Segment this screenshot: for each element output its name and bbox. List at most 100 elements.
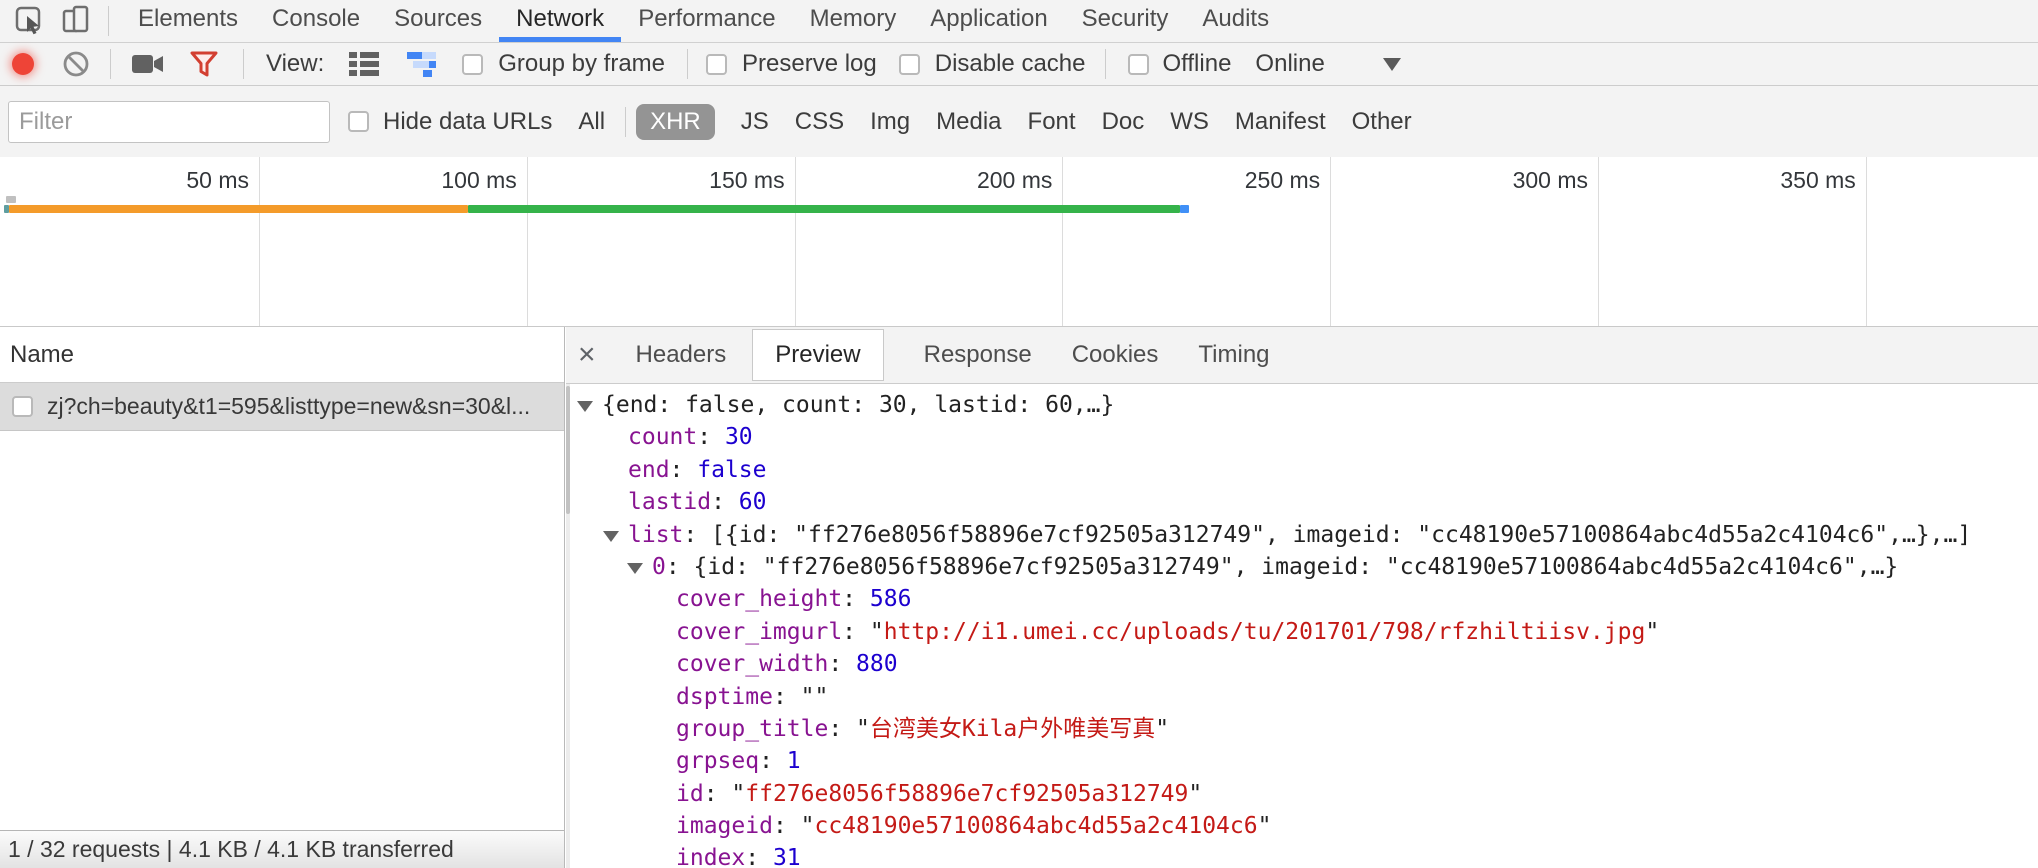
json-key: id [676, 781, 704, 807]
detail-tab-preview[interactable]: Preview [752, 329, 883, 381]
request-name: zj?ch=beauty&t1=595&listtype=new&sn=30&l… [47, 393, 530, 420]
type-filter-doc[interactable]: Doc [1102, 108, 1145, 136]
main-tab-security[interactable]: Security [1065, 0, 1186, 42]
json-key: cover_width [676, 651, 828, 677]
detail-tab-headers[interactable]: Headers [636, 341, 727, 369]
ruler-gridline [259, 157, 260, 326]
json-text: : [711, 489, 739, 515]
name-column-header[interactable]: Name [0, 327, 564, 383]
disable-cache-checkbox[interactable] [899, 54, 920, 75]
throttling-select[interactable]: Online [1255, 50, 1324, 78]
device-toolbar-icon[interactable] [60, 5, 92, 37]
type-filter-ws[interactable]: WS [1170, 108, 1209, 136]
clear-icon[interactable] [62, 50, 90, 78]
main-tab-performance[interactable]: Performance [621, 0, 792, 42]
main-tab-network[interactable]: Network [499, 0, 621, 42]
offline-checkbox[interactable] [1128, 54, 1149, 75]
screenshot-camera-icon[interactable] [131, 51, 165, 77]
detail-tab-cookies[interactable]: Cookies [1072, 341, 1159, 369]
toolbar-divider [625, 107, 626, 137]
json-text: " [1645, 619, 1659, 645]
main-tab-application[interactable]: Application [913, 0, 1064, 42]
json-key: count [628, 424, 697, 450]
toolbar-divider [687, 49, 688, 79]
filter-funnel-icon[interactable] [189, 50, 219, 78]
type-filter-css[interactable]: CSS [795, 108, 844, 136]
toolbar-divider [243, 49, 244, 79]
type-filter-media[interactable]: Media [936, 108, 1001, 136]
type-filter-xhr[interactable]: XHR [636, 104, 715, 140]
ruler-gridline [795, 157, 796, 326]
json-number: 31 [773, 845, 801, 868]
type-filter-js[interactable]: JS [741, 108, 769, 136]
request-checkbox[interactable] [12, 396, 33, 417]
scrollbar-track[interactable] [566, 384, 570, 868]
json-key: cover_imgurl [676, 619, 842, 645]
disable-cache-label: Disable cache [935, 50, 1086, 78]
json-number: 1 [787, 748, 801, 774]
detail-tab-response[interactable]: Response [924, 341, 1032, 369]
json-key: 0 [652, 554, 666, 580]
close-icon[interactable]: × [578, 340, 596, 370]
request-row[interactable]: zj?ch=beauty&t1=595&listtype=new&sn=30&l… [0, 383, 564, 431]
json-string: 台湾美女Kila户外唯美写真 [870, 716, 1155, 742]
ruler-gridline [1062, 157, 1063, 326]
toolbar-divider [1105, 49, 1106, 79]
main-tab-console[interactable]: Console [255, 0, 377, 42]
main-tab-elements[interactable]: Elements [121, 0, 255, 42]
json-key: dsptime [676, 684, 773, 710]
main-tab-audits[interactable]: Audits [1185, 0, 1286, 42]
overview-activity-bar [468, 205, 1180, 213]
preview-tree-line: index: 31 [566, 842, 2038, 868]
large-rows-icon[interactable] [348, 51, 380, 77]
preview-tree-line: count: 30 [566, 421, 2038, 453]
ruler-tick-label: 250 ms [1170, 167, 1320, 194]
record-icon[interactable] [12, 53, 34, 75]
preview-tree-line: {end: false, count: 30, lastid: 60,…} [566, 389, 2038, 421]
type-filter-img[interactable]: Img [870, 108, 910, 136]
group-by-frame-label: Group by frame [498, 50, 665, 78]
json-text: : [697, 424, 725, 450]
json-key: group_title [676, 716, 828, 742]
ruler-gridline [1866, 157, 1867, 326]
offline-label: Offline [1162, 50, 1231, 78]
disclosure-triangle-icon[interactable] [577, 401, 593, 412]
detail-tab-timing[interactable]: Timing [1198, 341, 1269, 369]
json-string: ff276e8056f58896e7cf92505a312749 [745, 781, 1188, 807]
json-string: http://i1.umei.cc/uploads/tu/201701/798/… [884, 619, 1646, 645]
toolbar-divider [108, 6, 109, 36]
main-tab-sources[interactable]: Sources [377, 0, 499, 42]
type-filter-other[interactable]: Other [1352, 108, 1412, 136]
chevron-down-icon[interactable] [1383, 58, 1401, 71]
scrollbar-thumb[interactable] [566, 386, 570, 514]
json-string: cc48190e57100864abc4d55a2c4104c6 [814, 813, 1257, 839]
hide-data-urls-checkbox[interactable] [348, 111, 369, 132]
network-controls-row: View: Group by frame Preserve log Disabl… [0, 43, 2038, 86]
overview-mini-bar [6, 196, 16, 203]
overview-waterfall-icon[interactable] [406, 51, 440, 77]
main-tab-memory[interactable]: Memory [793, 0, 914, 42]
type-filter-all[interactable]: All [578, 108, 605, 136]
resource-type-filters: All XHR JS CSS Img Media Font Doc WS Manifest Othe… [552, 104, 1411, 140]
json-text: : " [828, 716, 870, 742]
type-filter-manifest[interactable]: Manifest [1235, 108, 1326, 136]
json-text: {end: false, count: 30, lastid: 60,…} [602, 392, 1114, 418]
filter-bar: Hide data URLs AllXHRJSCSSImgMediaFontDo… [0, 86, 2038, 158]
inspect-element-icon[interactable] [14, 5, 46, 37]
json-key: index [676, 845, 745, 868]
json-text: : " [842, 619, 884, 645]
group-by-frame-checkbox[interactable] [462, 54, 483, 75]
preserve-log-checkbox[interactable] [706, 54, 727, 75]
json-text: : [745, 845, 773, 868]
main-tab-bar: ElementsConsoleSourcesNetworkPerformance… [0, 0, 2038, 43]
timeline-overview: 50 ms100 ms150 ms200 ms250 ms300 ms350 m… [0, 157, 2038, 327]
type-filter-font[interactable]: Font [1028, 108, 1076, 136]
disclosure-triangle-icon[interactable] [627, 563, 643, 574]
json-number: 880 [856, 651, 898, 677]
disclosure-triangle-icon[interactable] [603, 531, 619, 542]
json-text: : [670, 457, 698, 483]
filter-input[interactable] [8, 101, 330, 143]
requests-pane: Name zj?ch=beauty&t1=595&listtype=new&sn… [0, 327, 565, 868]
preview-tree-line: cover_width: 880 [566, 648, 2038, 680]
json-text: : "" [773, 684, 828, 710]
